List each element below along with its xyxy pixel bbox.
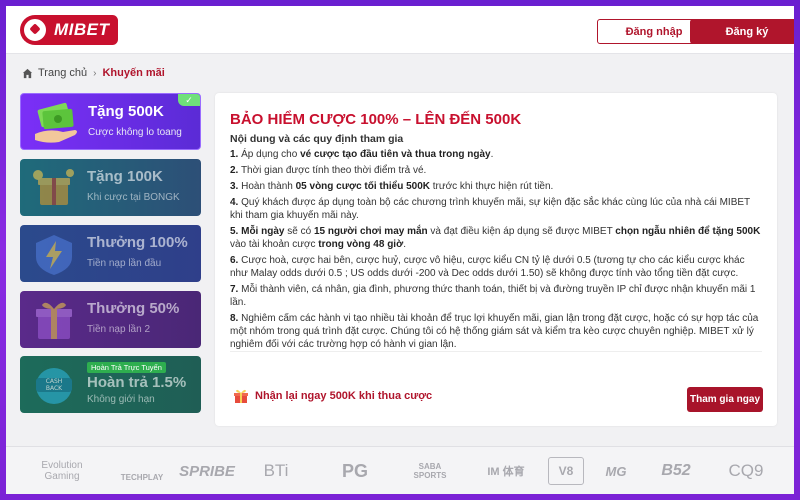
gift-coins-icon	[33, 169, 74, 205]
rule-emphasis: Mỗi ngày	[238, 226, 285, 237]
chevron-right-icon: ›	[93, 67, 97, 79]
promo-card-cashback[interactable]: CASH BACK Hoàn Trả Trực Tuyến Hoàn trả 1…	[20, 356, 201, 413]
join-now-button[interactable]: Tham gia ngay	[687, 387, 763, 412]
soccer-ball-icon	[22, 17, 48, 43]
rule-emphasis: 05 vòng cược tối thiểu 500K	[295, 181, 430, 192]
lightning-shield-icon	[36, 235, 72, 275]
promo-subtitle: Tiền nạp lần đầu	[87, 258, 162, 269]
partner-mega: MG	[605, 463, 627, 479]
promo-detail-title: BẢO HIỂM CƯỢC 100% – LÊN ĐẾN 500K	[230, 111, 522, 128]
rule-item: 7. Mỗi thành viên, cá nhân, gia đình, ph…	[230, 284, 756, 308]
rule-emphasis: trong vòng 48 giờ	[318, 239, 404, 250]
promo-detail-panel: BẢO HIỂM CƯỢC 100% – LÊN ĐẾN 500K Nội du…	[215, 93, 777, 426]
promo-title: Hoàn trả 1.5%	[87, 374, 187, 391]
rule-number: 8.	[230, 313, 239, 324]
partner-logos: Evolution Gaming TECHPLAY SPRIBE BTi PG …	[6, 446, 794, 494]
gift-box-icon	[36, 302, 72, 339]
rule-number: 6.	[230, 255, 239, 266]
promo-title: Tặng 100K	[87, 168, 163, 185]
top-header: MIBET Đăng nhập Đăng ký	[6, 6, 794, 54]
rule-emphasis: chọn ngẫu nhiên để tặng 500K	[615, 226, 761, 237]
divider	[230, 351, 762, 352]
rule-number: 7.	[230, 284, 239, 295]
rule-item: 2. Thời gian được tính theo thời điểm tr…	[230, 165, 427, 176]
promo-title: Thưởng 100%	[87, 234, 188, 251]
promo-subtitle: Tiền nạp lần 2	[87, 324, 151, 335]
promo-subtitle: Khi cược tại BONGK	[87, 192, 180, 203]
promo-title: Tặng 500K	[88, 103, 164, 120]
rule-item: 8. Nghiêm cấm các hành vi tạo nhiều tài …	[230, 313, 759, 350]
rule-number: 4.	[230, 197, 239, 208]
rule-number: 3.	[230, 181, 239, 192]
promo-subtitle: Cược không lo toang	[88, 127, 182, 138]
promo-card-50-percent[interactable]: Thưởng 50% Tiền nạp lần 2	[20, 291, 201, 348]
cta-text: Nhận lại ngay 500K khi thua cược	[255, 390, 433, 402]
promo-tag: Hoàn Trả Trực Tuyến	[87, 362, 166, 373]
rule-number: 1.	[230, 149, 239, 160]
partner-spribe: SPRIBE	[179, 462, 235, 480]
svg-text:BACK: BACK	[46, 385, 63, 392]
rule-item: 1. Áp dụng cho vé cược tạo đầu tiên và t…	[230, 149, 494, 160]
rule-emphasis: vé cược tạo đầu tiên và thua trong ngày	[300, 149, 491, 160]
promo-title: Thưởng 50%	[87, 300, 180, 317]
promo-rules-heading: Nội dung và các quy định tham gia	[230, 133, 404, 145]
rule-item: 6. Cược hoà, cược hai bên, cược huỷ, cượ…	[230, 255, 745, 279]
home-icon	[22, 68, 33, 78]
partner-im-sports: IM 体育	[487, 466, 525, 478]
partner-evolution-gaming: Evolution Gaming	[41, 460, 83, 482]
partner-v8-club: V8	[548, 457, 584, 485]
promo-card-100-percent[interactable]: Thưởng 100% Tiền nạp lần đầu	[20, 225, 201, 282]
gift-icon	[234, 389, 248, 403]
partner-bti: BTi	[263, 461, 289, 480]
partner-saba-sports: SABA SPORTS	[413, 462, 447, 480]
partner-b52: B52	[661, 462, 691, 479]
cta-row: Nhận lại ngay 500K khi thua cược	[233, 388, 432, 404]
promo-rules-list: 1. Áp dụng cho vé cược tạo đầu tiên và t…	[230, 148, 765, 354]
cashback-icon: CASH BACK	[36, 368, 72, 404]
breadcrumb-current: Khuyến mãi	[102, 67, 165, 79]
promo-card-100k[interactable]: Tặng 100K Khi cược tại BONGK	[20, 159, 201, 216]
register-button[interactable]: Đăng ký	[690, 19, 794, 44]
rule-item: 4. Quý khách được áp dụng toàn bộ các ch…	[230, 197, 750, 221]
check-icon: ✓	[178, 94, 200, 106]
rule-emphasis: 15 người chơi may mắn	[313, 226, 428, 237]
page-frame: MIBET Đăng nhập Đăng ký Trang chủ › Khuy…	[6, 6, 794, 494]
rule-number: 2.	[230, 165, 239, 176]
breadcrumb: Trang chủ › Khuyến mãi	[22, 65, 165, 81]
partner-techplay: TECHPLAY	[120, 472, 164, 482]
promo-subtitle: Không giới hạn	[87, 394, 155, 405]
logo-text: MIBET	[54, 20, 110, 39]
rule-item: 3. Hoàn thành 05 vòng cược tối thiểu 500…	[230, 181, 554, 192]
rule-item: 5. Mỗi ngày sẽ có 15 người chơi may mắn …	[230, 226, 761, 250]
breadcrumb-home[interactable]: Trang chủ	[38, 67, 87, 79]
partner-pg: PG	[341, 460, 368, 481]
partner-cq9: CQ9	[728, 461, 764, 480]
mibet-logo[interactable]: MIBET	[20, 15, 118, 45]
money-hand-icon	[35, 102, 77, 143]
promo-card-500k[interactable]: Tặng 500K Cược không lo toang ✓	[20, 93, 201, 150]
svg-text:CASH: CASH	[46, 378, 63, 385]
